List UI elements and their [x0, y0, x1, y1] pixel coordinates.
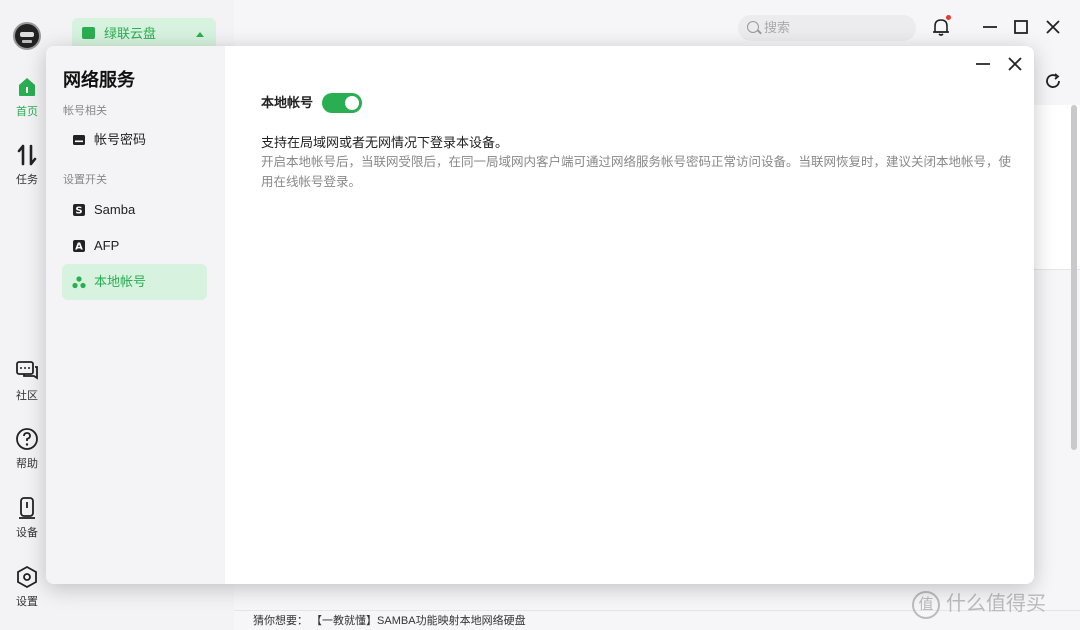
description-title: 支持在局域网或者无网情况下登录本设备。	[261, 135, 509, 150]
local-account-toggle-row: 本地帐号	[261, 92, 362, 114]
maximize-window-button[interactable]	[1011, 17, 1031, 37]
rail-item-label: 设备	[16, 527, 38, 539]
local-account-icon	[72, 276, 86, 289]
bell-icon[interactable]	[931, 17, 951, 37]
watermark: 值什么值得买	[912, 588, 1077, 620]
dialog-minimize-button[interactable]	[975, 56, 991, 72]
network-services-dialog: 网络服务 帐号相关 帐号密码 设置开关 S Samba A AFP 本地帐号 本…	[46, 46, 1034, 584]
samba-icon: S	[73, 204, 85, 217]
section-account: 帐号相关	[63, 105, 107, 117]
chat-icon	[16, 361, 38, 380]
notification-dot	[946, 15, 951, 20]
afp-glyph: A	[75, 242, 83, 253]
refresh-icon[interactable]	[1044, 72, 1062, 90]
toggle-knob	[345, 96, 359, 110]
avatar[interactable]	[13, 22, 41, 50]
sidebar-item-label: AFP	[94, 238, 120, 253]
minimize-window-button[interactable]	[980, 17, 1000, 37]
sidebar-item-label: 帐号密码	[94, 132, 147, 147]
search-placeholder: 搜索	[764, 20, 791, 35]
sidebar-item-samba[interactable]: S Samba	[62, 192, 207, 228]
rail-item-label: 首页	[16, 106, 38, 118]
device-icon	[19, 497, 35, 519]
rail-item-label: 帮助	[16, 458, 38, 470]
dialog-title: 网络服务	[63, 70, 135, 90]
rail-item-label: 社区	[16, 390, 38, 402]
afp-icon: A	[73, 240, 85, 253]
drive-label: 绿联云盘	[104, 26, 157, 41]
folder-icon	[82, 27, 95, 39]
search-input[interactable]: 搜索	[738, 15, 916, 41]
close-window-button[interactable]	[1043, 17, 1063, 37]
home-icon	[19, 78, 35, 96]
scrollbar[interactable]	[1071, 105, 1077, 450]
rail-item-label: 任务	[16, 174, 38, 186]
toggle-label: 本地帐号	[261, 95, 314, 110]
suggestion-text: 猜你想要： 【一教就懂】SAMBA功能映射本地网络硬盘	[253, 615, 526, 627]
card-icon	[73, 135, 85, 145]
sidebar-item-afp[interactable]: A AFP	[62, 228, 207, 264]
help-icon	[16, 428, 38, 450]
settings-icon	[17, 565, 37, 589]
sidebar-item-label: 本地帐号	[94, 274, 147, 289]
watermark-logo-icon: 值	[912, 590, 940, 619]
sidebar-item-local-account[interactable]: 本地帐号	[62, 264, 207, 300]
rail-item-label: 设置	[16, 596, 38, 608]
description-body: 开启本地帐号后，当联网受限后，在同一局域网内客户端可通过网络服务帐号密码正常访问…	[261, 155, 1012, 189]
watermark-text: 什么值得买	[946, 593, 1046, 615]
caret-up-icon	[196, 32, 204, 37]
sidebar-item-label: Samba	[94, 202, 136, 217]
sidebar-item-account-password[interactable]: 帐号密码	[62, 122, 207, 158]
dialog-close-button[interactable]	[1007, 56, 1023, 72]
samba-glyph: S	[75, 206, 82, 217]
local-account-toggle[interactable]	[322, 93, 362, 113]
dialog-sidebar: 网络服务 帐号相关 帐号密码 设置开关 S Samba A AFP 本地帐号	[46, 46, 225, 584]
transfer-icon	[17, 144, 37, 166]
search-icon	[747, 21, 759, 33]
section-switches: 设置开关	[63, 174, 107, 186]
